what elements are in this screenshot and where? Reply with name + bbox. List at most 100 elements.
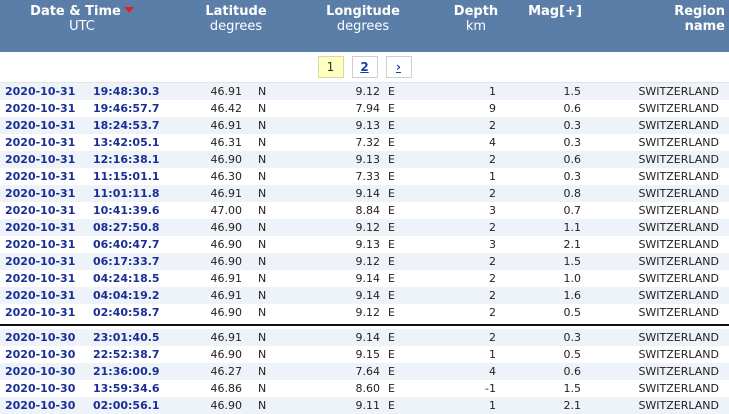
event-date-link[interactable]: 2020-10-31: [5, 304, 75, 321]
event-time-link[interactable]: 12:16:38.1: [93, 151, 160, 168]
latitude-hemisphere: N: [258, 399, 267, 412]
table-row[interactable]: 2020-10-31 11:01:11.8 46.91 N 9.14 E 2 0.8 SWITZ…: [0, 185, 729, 202]
next-page-link[interactable]: ›: [385, 56, 412, 78]
longitude-value: 9.14: [355, 289, 381, 302]
event-time-link[interactable]: 19:46:57.7: [93, 100, 160, 117]
latitude-hemisphere: N: [258, 382, 267, 395]
table-row[interactable]: 2020-10-31 13:42:05.1 46.31 N 7.32 E 4 0.3 SWITZ…: [0, 134, 729, 151]
table-row[interactable]: 2020-10-30 13:59:34.6 46.86 N 8.60 E -1 1.5 SWIT…: [0, 380, 729, 397]
event-time-link[interactable]: 19:48:30.3: [93, 83, 160, 100]
event-date-link[interactable]: 2020-10-31: [5, 202, 75, 219]
event-time-link[interactable]: 04:24:18.5: [93, 270, 160, 287]
event-time-link[interactable]: 02:00:56.1: [93, 397, 160, 414]
latitude-hemisphere: N: [258, 348, 267, 361]
event-date-link[interactable]: 2020-10-31: [5, 253, 75, 270]
event-date-link[interactable]: 2020-10-31: [5, 219, 75, 236]
table-row[interactable]: 2020-10-31 18:24:53.7 46.91 N 9.13 E 2 0.3 SWITZ…: [0, 117, 729, 134]
page-1-button[interactable]: 1: [317, 56, 344, 78]
table-row[interactable]: 2020-10-31 19:46:57.7 46.42 N 7.94 E 9 0.6 SWITZ…: [0, 100, 729, 117]
longitude-hemisphere: E: [388, 382, 395, 395]
latitude-value: 46.91: [210, 331, 243, 344]
page-2-link[interactable]: 2: [351, 56, 378, 78]
event-time-link[interactable]: 11:15:01.1: [93, 168, 160, 185]
table-row[interactable]: 2020-10-31 06:17:33.7 46.90 N 9.12 E 2 1.5 SWITZ…: [0, 253, 729, 270]
event-time-link[interactable]: 13:59:34.6: [93, 380, 160, 397]
table-row[interactable]: 2020-10-31 11:15:01.1 46.30 N 7.33 E 1 0.3 SWITZ…: [0, 168, 729, 185]
event-date-link[interactable]: 2020-10-31: [5, 151, 75, 168]
magnitude-value: 1.0: [563, 272, 582, 285]
event-time-link[interactable]: 23:01:40.5: [93, 329, 160, 346]
column-header-magnitude[interactable]: Mag[+]: [520, 4, 590, 19]
region-name: SWITZERLAND: [638, 255, 719, 268]
longitude-value: 9.12: [355, 255, 381, 268]
table-row[interactable]: 2020-10-31 10:41:39.6 47.00 N 8.84 E 3 0.7 SWITZ…: [0, 202, 729, 219]
magnitude-header-label[interactable]: Mag[+]: [528, 4, 582, 19]
event-date-link[interactable]: 2020-10-31: [5, 117, 75, 134]
table-row[interactable]: 2020-10-31 19:48:30.3 46.91 N 9.12 E 1 1.5 SWITZ…: [0, 83, 729, 100]
column-header-latitude[interactable]: Latitude degrees: [188, 4, 284, 34]
longitude-value: 9.15: [355, 348, 381, 361]
event-date-link[interactable]: 2020-10-31: [5, 134, 75, 151]
event-date-link[interactable]: 2020-10-31: [5, 287, 75, 304]
event-date-link[interactable]: 2020-10-30: [5, 363, 75, 380]
event-date-link[interactable]: 2020-10-31: [5, 236, 75, 253]
event-date-link[interactable]: 2020-10-31: [5, 100, 75, 117]
longitude-value: 9.11: [355, 399, 381, 412]
table-row[interactable]: 2020-10-30 23:01:40.5 46.91 N 9.14 E 2 0.3 SWITZ…: [0, 329, 729, 346]
event-date-link[interactable]: 2020-10-30: [5, 397, 75, 414]
latitude-value: 46.90: [210, 399, 243, 412]
region-name: SWITZERLAND: [638, 272, 719, 285]
event-date-link[interactable]: 2020-10-30: [5, 329, 75, 346]
depth-value: 4: [489, 136, 496, 149]
event-time-link[interactable]: 02:40:58.7: [93, 304, 160, 321]
event-time-link[interactable]: 06:40:47.7: [93, 236, 160, 253]
magnitude-value: 2.1: [563, 238, 582, 251]
event-time-link[interactable]: 11:01:11.8: [93, 185, 160, 202]
longitude-hemisphere: E: [388, 365, 395, 378]
longitude-value: 9.12: [355, 85, 381, 98]
table-row[interactable]: 2020-10-31 04:04:19.2 46.91 N 9.14 E 2 1.6 SWITZ…: [0, 287, 729, 304]
table-row[interactable]: 2020-10-30 21:36:00.9 46.27 N 7.64 E 4 0.6 SWITZ…: [0, 363, 729, 380]
event-time-link[interactable]: 21:36:00.9: [93, 363, 160, 380]
table-row[interactable]: 2020-10-31 04:24:18.5 46.91 N 9.14 E 2 1.0 SWITZ…: [0, 270, 729, 287]
table-row[interactable]: 2020-10-30 22:52:38.7 46.90 N 9.15 E 1 0.5 SWITZ…: [0, 346, 729, 363]
depth-header-label: Depth: [453, 4, 499, 19]
depth-value: 1: [489, 399, 496, 412]
sort-down-triangle-icon[interactable]: [123, 7, 134, 13]
event-date-link[interactable]: 2020-10-30: [5, 346, 75, 363]
event-date-link[interactable]: 2020-10-31: [5, 185, 75, 202]
event-time-link[interactable]: 04:04:19.2: [93, 287, 160, 304]
event-date-link[interactable]: 2020-10-30: [5, 380, 75, 397]
latitude-value: 46.90: [210, 348, 243, 361]
event-date-link[interactable]: 2020-10-31: [5, 270, 75, 287]
longitude-hemisphere: E: [388, 102, 395, 115]
longitude-hemisphere: E: [388, 85, 395, 98]
event-time-link[interactable]: 13:42:05.1: [93, 134, 160, 151]
column-header-longitude[interactable]: Longitude degrees: [318, 4, 408, 34]
event-time-link[interactable]: 06:17:33.7: [93, 253, 160, 270]
latitude-value: 46.90: [210, 255, 243, 268]
longitude-value: 7.32: [355, 136, 381, 149]
longitude-hemisphere: E: [388, 204, 395, 217]
longitude-hemisphere: E: [388, 399, 395, 412]
longitude-value: 7.94: [355, 102, 381, 115]
table-row[interactable]: 2020-10-31 02:40:58.7 46.90 N 9.12 E 2 0.5 SWITZ…: [0, 304, 729, 321]
event-time-link[interactable]: 18:24:53.7: [93, 117, 160, 134]
region-name: SWITZERLAND: [638, 348, 719, 361]
table-row[interactable]: 2020-10-31 12:16:38.1 46.90 N 9.13 E 2 0.6 SWITZ…: [0, 151, 729, 168]
event-date-link[interactable]: 2020-10-31: [5, 168, 75, 185]
date-header-label: Date & Time: [30, 4, 121, 19]
column-header-date[interactable]: Date & Time UTC: [20, 4, 144, 34]
column-header-region[interactable]: Region name: [630, 4, 729, 34]
latitude-hemisphere: N: [258, 153, 267, 166]
event-time-link[interactable]: 10:41:39.6: [93, 202, 160, 219]
table-row[interactable]: 2020-10-31 08:27:50.8 46.90 N 9.12 E 2 1.1 SWITZ…: [0, 219, 729, 236]
table-row[interactable]: 2020-10-31 06:40:47.7 46.90 N 9.13 E 3 2.1 SWITZ…: [0, 236, 729, 253]
latitude-hemisphere: N: [258, 238, 267, 251]
event-date-link[interactable]: 2020-10-31: [5, 83, 75, 100]
column-header-depth[interactable]: Depth km: [446, 4, 506, 34]
magnitude-value: 0.6: [563, 365, 582, 378]
event-time-link[interactable]: 22:52:38.7: [93, 346, 160, 363]
event-time-link[interactable]: 08:27:50.8: [93, 219, 160, 236]
table-row[interactable]: 2020-10-30 02:00:56.1 46.90 N 9.11 E 1 2.1 SWITZ…: [0, 397, 729, 414]
